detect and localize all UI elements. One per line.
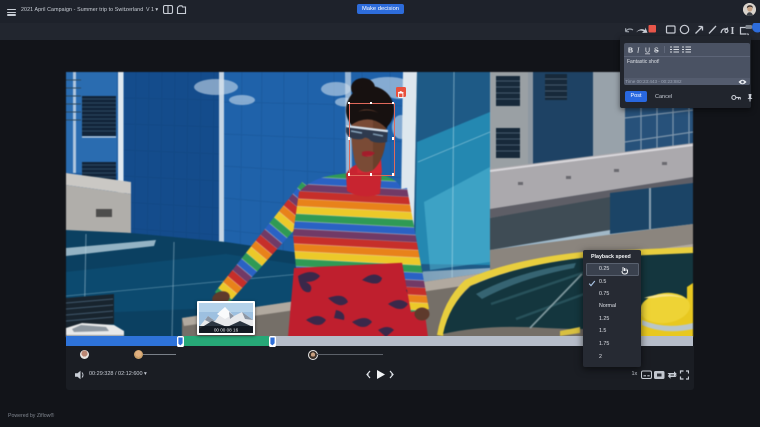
svg-text:U: U — [645, 48, 650, 55]
svg-text:00 00 08 16: 00 00 08 16 — [214, 328, 239, 333]
svg-text:B: B — [628, 48, 633, 55]
svg-text:I: I — [636, 47, 640, 55]
svg-text:S: S — [654, 48, 659, 55]
svg-text:I: I — [731, 26, 735, 37]
